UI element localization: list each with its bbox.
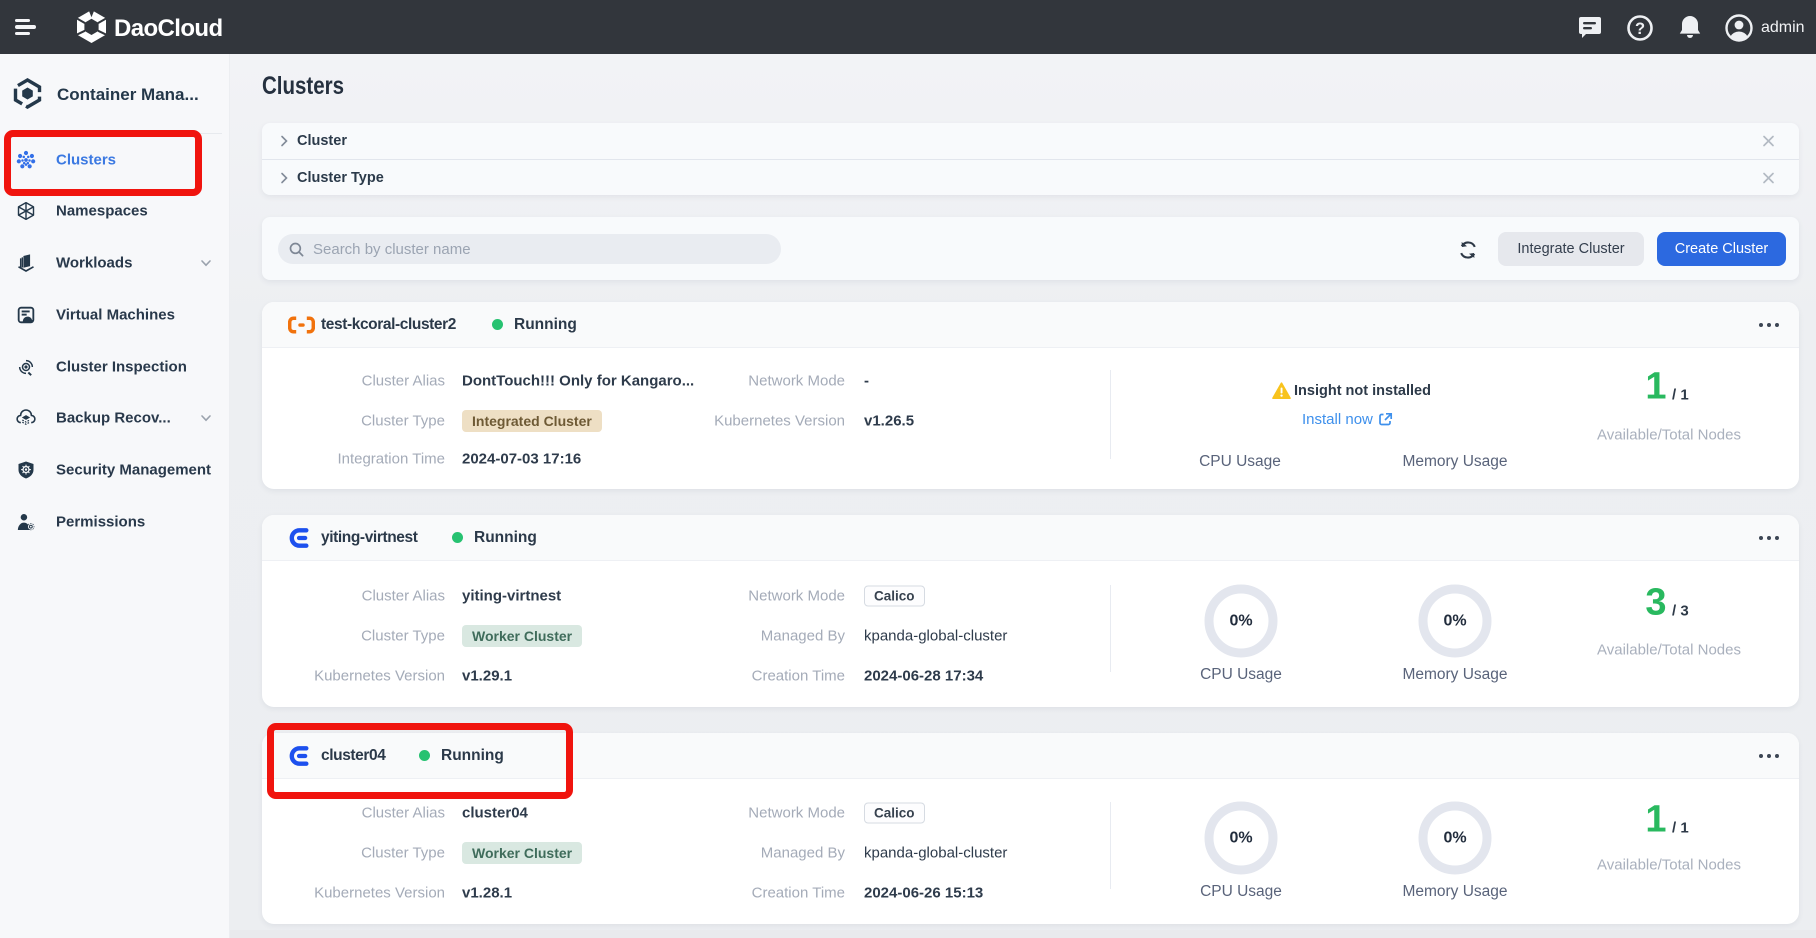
svg-text:?: ? (1635, 20, 1645, 38)
